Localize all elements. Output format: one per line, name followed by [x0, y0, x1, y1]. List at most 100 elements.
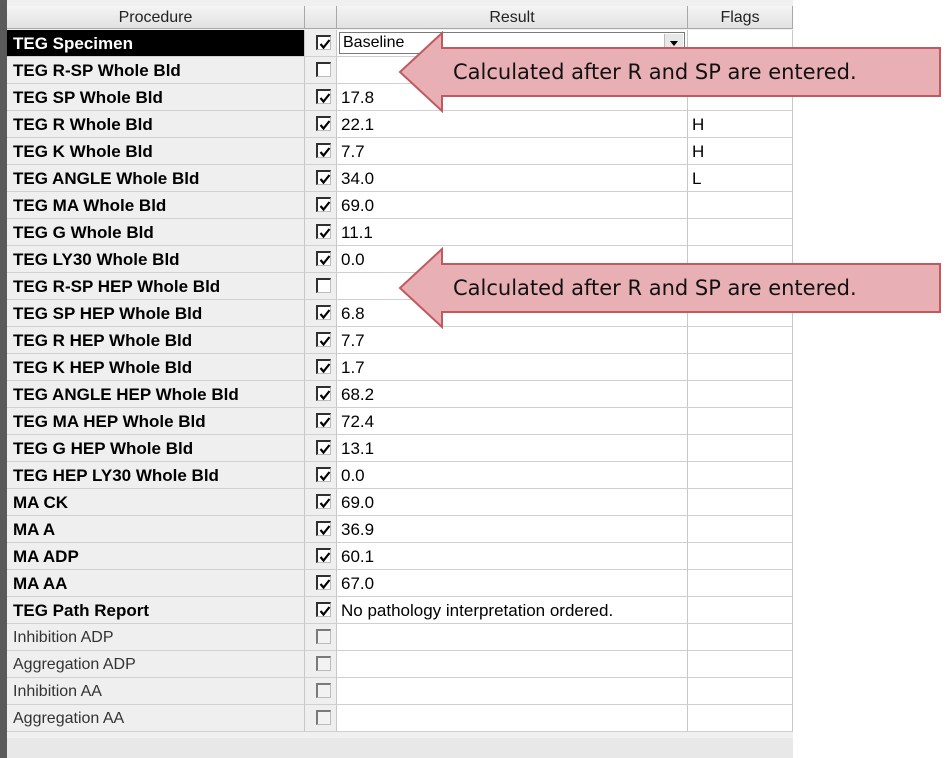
result-cell[interactable]: 34.0 [337, 165, 688, 192]
result-cell[interactable]: 13.1 [337, 435, 688, 462]
procedure-cell[interactable]: MA ADP [7, 543, 305, 570]
result-cell[interactable]: 60.1 [337, 543, 688, 570]
procedure-cell[interactable]: TEG R Whole Bld [7, 111, 305, 138]
procedure-cell[interactable]: TEG R-SP HEP Whole Bld [7, 273, 305, 300]
result-cell[interactable] [337, 705, 688, 732]
table-row[interactable]: TEG G Whole Bld 11.1 [7, 219, 793, 246]
procedure-cell[interactable]: TEG ANGLE Whole Bld [7, 165, 305, 192]
row-checkbox[interactable] [316, 251, 331, 266]
procedure-cell[interactable]: TEG K HEP Whole Bld [7, 354, 305, 381]
row-checkbox[interactable] [316, 35, 331, 50]
row-checkbox[interactable] [316, 62, 331, 77]
procedure-cell[interactable]: Inhibition ADP [7, 624, 305, 651]
table-row[interactable]: Inhibition ADP [7, 624, 793, 651]
result-cell[interactable]: 0.0 [337, 462, 688, 489]
row-checkbox[interactable] [316, 116, 331, 131]
row-checkbox[interactable] [316, 467, 331, 482]
result-cell[interactable] [337, 624, 688, 651]
checkbox-cell [305, 678, 337, 705]
procedure-cell[interactable]: TEG MA Whole Bld [7, 192, 305, 219]
row-checkbox[interactable] [316, 143, 331, 158]
result-cell[interactable]: 22.1 [337, 111, 688, 138]
procedure-cell[interactable]: Inhibition AA [7, 678, 305, 705]
result-value: No pathology interpretation ordered. [341, 601, 614, 620]
procedure-cell[interactable]: TEG R-SP Whole Bld [7, 57, 305, 84]
table-row[interactable]: TEG MA HEP Whole Bld 72.4 [7, 408, 793, 435]
procedure-cell[interactable]: TEG Specimen [7, 30, 305, 57]
row-checkbox[interactable] [316, 170, 331, 185]
table-row[interactable]: TEG K Whole Bld 7.7 H [7, 138, 793, 165]
row-checkbox[interactable] [316, 440, 331, 455]
procedure-cell[interactable]: MA AA [7, 570, 305, 597]
checkmark-icon [319, 363, 331, 374]
table-row[interactable]: MA A 36.9 [7, 516, 793, 543]
table-row[interactable]: TEG R Whole Bld 22.1 H [7, 111, 793, 138]
procedure-cell[interactable]: TEG SP HEP Whole Bld [7, 300, 305, 327]
result-cell[interactable] [337, 678, 688, 705]
result-cell[interactable]: No pathology interpretation ordered. [337, 597, 688, 624]
result-cell[interactable]: 67.0 [337, 570, 688, 597]
procedure-cell[interactable]: Aggregation AA [7, 705, 305, 732]
result-cell[interactable]: 1.7 [337, 354, 688, 381]
result-value: 17.8 [341, 88, 375, 107]
row-checkbox[interactable] [316, 359, 331, 374]
row-checkbox[interactable] [316, 413, 331, 428]
procedure-cell[interactable]: TEG SP Whole Bld [7, 84, 305, 111]
procedure-cell[interactable]: TEG K Whole Bld [7, 138, 305, 165]
table-row[interactable]: TEG K HEP Whole Bld 1.7 [7, 354, 793, 381]
procedure-cell[interactable]: TEG Path Report [7, 597, 305, 624]
row-checkbox[interactable] [316, 494, 331, 509]
table-row[interactable]: Aggregation AA [7, 705, 793, 732]
row-checkbox[interactable] [316, 305, 331, 320]
table-row[interactable]: Inhibition AA [7, 678, 793, 705]
table-row[interactable]: TEG ANGLE Whole Bld 34.0 L [7, 165, 793, 192]
row-checkbox[interactable] [316, 224, 331, 239]
row-checkbox [316, 629, 331, 644]
column-header-flags[interactable]: Flags [688, 6, 793, 29]
procedure-cell[interactable]: Aggregation ADP [7, 651, 305, 678]
result-cell[interactable]: 69.0 [337, 192, 688, 219]
procedure-cell[interactable]: TEG R HEP Whole Bld [7, 327, 305, 354]
checkmark-icon [319, 471, 331, 482]
row-checkbox[interactable] [316, 548, 331, 563]
procedure-cell[interactable]: TEG ANGLE HEP Whole Bld [7, 381, 305, 408]
table-row[interactable]: TEG MA Whole Bld 69.0 [7, 192, 793, 219]
row-checkbox[interactable] [316, 386, 331, 401]
column-header-checkbox[interactable] [305, 6, 337, 29]
procedure-cell[interactable]: TEG G HEP Whole Bld [7, 435, 305, 462]
result-cell[interactable] [337, 651, 688, 678]
result-cell[interactable]: 7.7 [337, 327, 688, 354]
row-checkbox[interactable] [316, 332, 331, 347]
checkbox-cell [305, 597, 337, 624]
table-row[interactable]: Aggregation ADP [7, 651, 793, 678]
row-checkbox[interactable] [316, 521, 331, 536]
row-checkbox[interactable] [316, 278, 331, 293]
table-row[interactable]: TEG ANGLE HEP Whole Bld 68.2 [7, 381, 793, 408]
procedure-cell[interactable]: MA CK [7, 489, 305, 516]
row-checkbox[interactable] [316, 197, 331, 212]
table-row[interactable]: MA ADP 60.1 [7, 543, 793, 570]
procedure-cell[interactable]: TEG LY30 Whole Bld [7, 246, 305, 273]
table-row[interactable]: TEG HEP LY30 Whole Bld 0.0 [7, 462, 793, 489]
checkbox-cell [305, 354, 337, 381]
result-cell[interactable]: 36.9 [337, 516, 688, 543]
procedure-cell[interactable]: TEG G Whole Bld [7, 219, 305, 246]
column-header-procedure[interactable]: Procedure [7, 6, 305, 29]
table-row[interactable]: MA CK 69.0 [7, 489, 793, 516]
table-row[interactable]: TEG R HEP Whole Bld 7.7 [7, 327, 793, 354]
procedure-cell[interactable]: TEG MA HEP Whole Bld [7, 408, 305, 435]
table-row[interactable]: TEG Path Report No pathology interpretati… [7, 597, 793, 624]
table-row[interactable]: MA AA 67.0 [7, 570, 793, 597]
procedure-cell[interactable]: MA A [7, 516, 305, 543]
row-checkbox[interactable] [316, 602, 331, 617]
row-checkbox[interactable] [316, 89, 331, 104]
procedure-cell[interactable]: TEG HEP LY30 Whole Bld [7, 462, 305, 489]
result-cell[interactable]: 68.2 [337, 381, 688, 408]
column-header-result[interactable]: Result [337, 6, 688, 29]
row-checkbox[interactable] [316, 575, 331, 590]
result-cell[interactable]: 11.1 [337, 219, 688, 246]
table-row[interactable]: TEG G HEP Whole Bld 13.1 [7, 435, 793, 462]
result-cell[interactable]: 72.4 [337, 408, 688, 435]
result-cell[interactable]: 69.0 [337, 489, 688, 516]
result-cell[interactable]: 7.7 [337, 138, 688, 165]
